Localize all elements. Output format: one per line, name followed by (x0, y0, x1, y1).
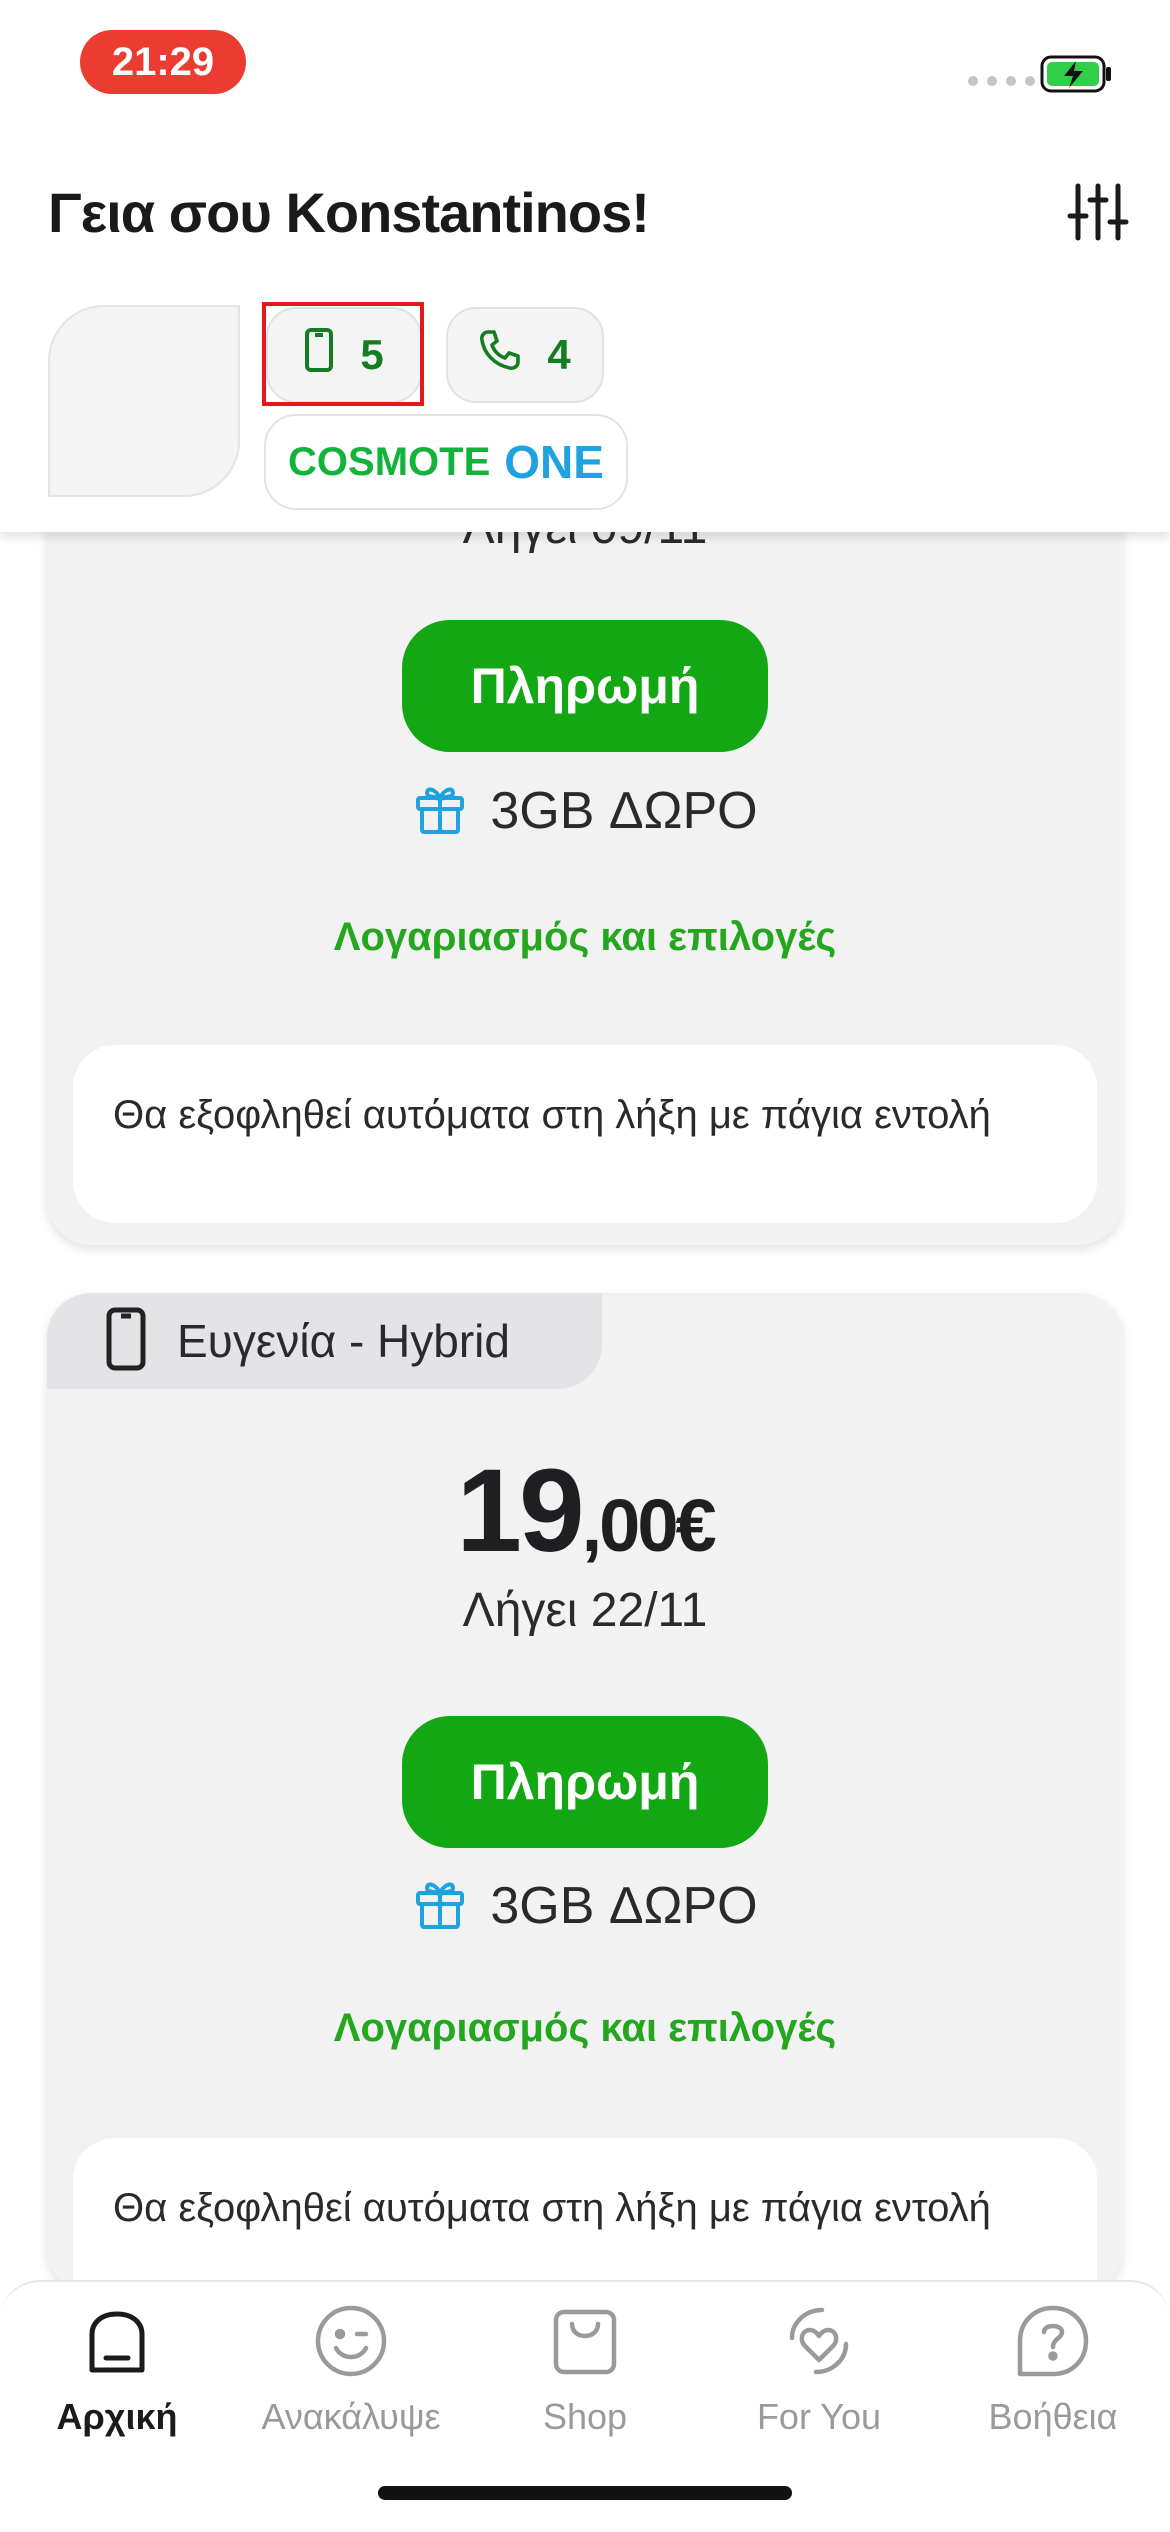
cosmote-logo-text: COSMOTE (288, 439, 491, 484)
tab-home[interactable]: Αρχική (0, 2300, 234, 2438)
help-icon (1012, 2300, 1094, 2382)
greeting-title: Γεια σου Konstantinos! (48, 181, 650, 244)
line-label: Ευγενία - Hybrid (177, 1315, 510, 1367)
mobile-phone-icon (105, 1307, 147, 1376)
tab-shop[interactable]: Shop (468, 2300, 702, 2438)
tab-label: Shop (542, 2396, 628, 2437)
tab-label: Βοήθεια (988, 2396, 1118, 2437)
line-label-tab: Ευγενία - Hybrid (47, 1293, 602, 1389)
autopay-note: Θα εξοφληθεί αυτόματα στη λήξη με πάγια … (73, 1045, 1097, 1223)
tab-label: Αρχική (56, 2396, 178, 2437)
tab-label: For You (756, 2396, 882, 2437)
heart-icon (778, 2300, 860, 2382)
signal-icon (968, 76, 1035, 86)
pay-button[interactable]: Πληρωμή (402, 1716, 768, 1848)
landline-count: 4 (547, 331, 571, 378)
expiry-text: Λήγει 22/11 (462, 1584, 708, 1637)
gift-icon (412, 780, 468, 841)
one-logo-text: ONE (504, 436, 604, 488)
filter-settings-icon[interactable] (1066, 180, 1130, 244)
status-time: 21:29 (80, 30, 246, 94)
price-amount: 19,00€ (456, 1445, 716, 1577)
gift-row: 3GB ΔΩΡΟ (47, 1875, 1123, 1936)
selection-highlight (262, 302, 424, 406)
phone-handset-icon (479, 329, 521, 381)
tab-for-you[interactable]: For You (702, 2300, 936, 2438)
tab-label: Ανακάλυψε (261, 2396, 441, 2437)
tab-help[interactable]: Βοήθεια (936, 2300, 1170, 2438)
landline-lines-chip[interactable]: 4 (446, 307, 604, 403)
autopay-note: Θα εξοφληθεί αυτόματα στη λήξη με πάγια … (73, 2138, 1097, 2293)
bill-card: Λήγει 09/11 Πληρωμή 3GB ΔΩΡΟ Λογαριασμός… (47, 420, 1123, 1245)
gift-text: 3GB ΔΩΡΟ (490, 1876, 758, 1935)
bill-card: Ευγενία - Hybrid 19,00€ Λήγει 22/11 Πληρ… (47, 1293, 1123, 2293)
smiley-icon (310, 2300, 392, 2382)
battery-charging-icon (1040, 55, 1112, 93)
account-options-link[interactable]: Λογαριασμός και επιλογές (47, 915, 1123, 960)
header: 21:29 Γεια σου Konstantinos! 5 4 COSMOTE… (0, 0, 1170, 532)
tab-discover[interactable]: Ανακάλυψε (234, 2300, 468, 2438)
shopping-bag-icon (544, 2300, 626, 2382)
cosmote-one-chip[interactable]: COSMOTE ONE (264, 414, 628, 510)
avatar[interactable] (48, 305, 240, 497)
home-indicator (378, 2486, 792, 2500)
pay-button[interactable]: Πληρωμή (402, 620, 768, 752)
home-icon (76, 2300, 158, 2382)
gift-row: 3GB ΔΩΡΟ (47, 780, 1123, 841)
gift-text: 3GB ΔΩΡΟ (490, 781, 758, 840)
gift-icon (412, 1875, 468, 1936)
account-options-link[interactable]: Λογαριασμός και επιλογές (47, 2006, 1123, 2051)
